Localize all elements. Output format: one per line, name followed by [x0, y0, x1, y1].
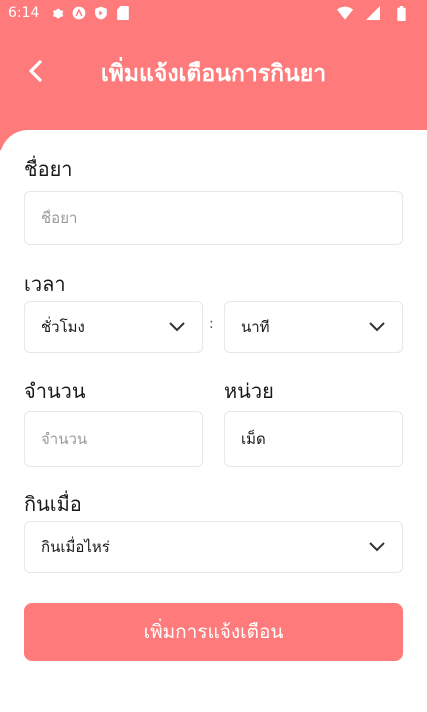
app-a-icon — [71, 5, 87, 21]
unit-field[interactable]: เม็ด — [224, 411, 403, 467]
drug-name-label: ชื่อยา — [24, 157, 73, 181]
minute-select[interactable]: นาที — [224, 301, 403, 353]
sim-icon — [115, 5, 131, 21]
chevron-down-icon — [368, 538, 386, 556]
time-separator: : — [209, 316, 214, 332]
minute-select-value: นาที — [241, 318, 270, 336]
wifi-icon — [337, 5, 353, 21]
time-label: เวลา — [24, 272, 66, 296]
gear-icon — [49, 5, 65, 21]
signal-icon — [365, 5, 381, 21]
take-when-value: กินเมื่อไหร่ — [41, 538, 110, 556]
amount-label: จำนวน — [24, 379, 86, 403]
unit-value: เม็ด — [241, 430, 266, 448]
take-when-label: กินเมื่อ — [24, 492, 82, 516]
unit-label: หน่วย — [224, 379, 274, 403]
take-when-select[interactable]: กินเมื่อไหร่ — [24, 521, 403, 573]
page-title: เพิ่มแจ้งเตือนการกินยา — [100, 61, 327, 87]
shield-icon — [93, 5, 109, 21]
amount-field[interactable] — [24, 411, 203, 467]
hour-select-value: ชั่วโมง — [41, 318, 85, 336]
status-bar: 6:14 — [0, 0, 427, 26]
hour-select[interactable]: ชั่วโมง — [24, 301, 203, 353]
chevron-down-icon — [368, 318, 386, 336]
drug-name-input[interactable] — [41, 209, 386, 227]
add-reminder-button[interactable]: เพิ่มการแจ้งเตือน — [24, 603, 403, 661]
amount-input[interactable] — [41, 430, 186, 448]
battery-icon — [393, 5, 409, 21]
drug-name-field[interactable] — [24, 191, 403, 245]
status-time: 6:14 — [8, 5, 40, 21]
chevron-down-icon — [168, 318, 186, 336]
